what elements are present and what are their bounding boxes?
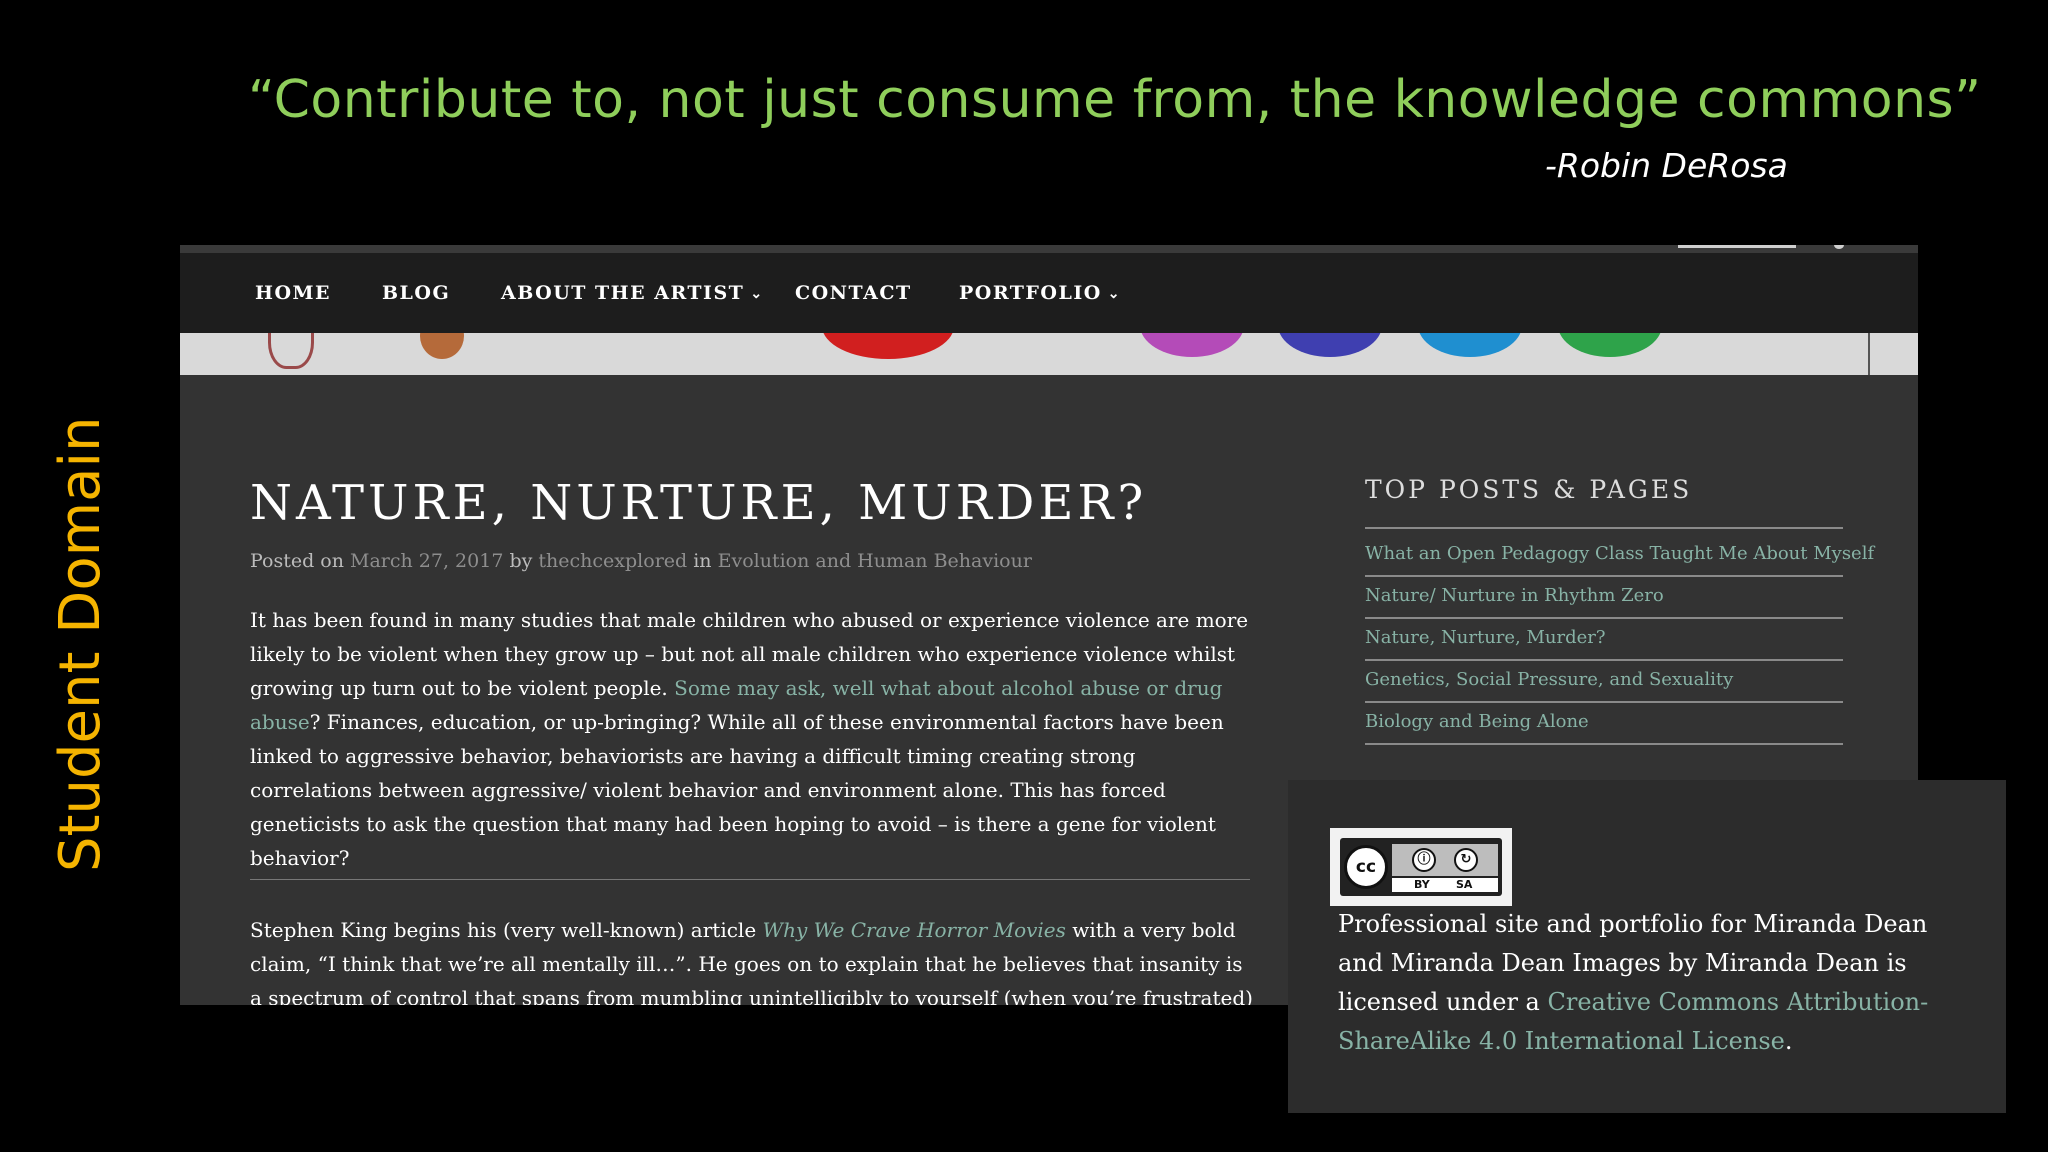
banner-divider [1868,333,1870,375]
license-box: cc ⓘ ↻ BY SA Professional site and portf… [1288,780,2006,1113]
post-meta: Posted on March 27, 2017 by thechcexplor… [250,550,1150,572]
banner-shape [1278,333,1382,357]
banner-shape [822,333,954,359]
meta-posted-on: Posted on [250,550,344,572]
search-icon[interactable] [1834,245,1844,249]
license-text: Professional site and portfolio for Mira… [1338,905,1978,1061]
search-field-edge [1678,245,1796,248]
nav-home-label: HOME [255,282,332,304]
nav-contact[interactable]: CONTACT [795,253,912,333]
nav-blog[interactable]: BLOG [382,253,450,333]
cc-icons-strip: ⓘ ↻ [1392,844,1498,876]
main-nav: HOME BLOG ABOUT THE ARTIST ⌄ CONTACT PORT… [180,253,1918,333]
banner-shape [1418,333,1522,357]
sidebar-widget-title: TOP POSTS & PAGES [1365,475,1693,504]
widget-title-rule [1365,527,1843,529]
section-divider [250,879,1250,880]
cc-by-sa-badge[interactable]: cc ⓘ ↻ BY SA [1330,828,1512,906]
cc-badge-inner: cc ⓘ ↻ BY SA [1340,838,1502,896]
slide-quote: “Contribute to, not just consume from, t… [248,70,1982,130]
top-post-link[interactable]: Nature/ Nurture in Rhythm Zero [1365,577,1843,619]
chevron-down-icon: ⌄ [750,286,764,302]
banner-shape [1558,333,1662,357]
para1-text-b: ? Finances, education, or up-bringing? W… [250,710,1224,870]
nav-about-label: ABOUT THE ARTIST [501,282,745,304]
chevron-down-icon: ⌄ [1107,286,1122,302]
banner-shape [420,333,464,359]
top-post-link[interactable]: Biology and Being Alone [1365,703,1843,745]
cc-by-label: BY [1414,878,1430,891]
attribution-person-icon: ⓘ [1412,848,1436,872]
top-post-link[interactable]: What an Open Pedagogy Class Taught Me Ab… [1365,535,1874,577]
post-title[interactable]: NATURE, NURTURE, MURDER? [250,475,1150,531]
nav-portfolio[interactable]: PORTFOLIO ⌄ [959,253,1121,333]
top-post-link[interactable]: Genetics, Social Pressure, and Sexuality [1365,661,1843,703]
banner-shape [268,333,314,369]
post-date-link[interactable]: March 27, 2017 [350,550,503,572]
nav-home[interactable]: HOME [255,253,331,333]
banner-shape [1140,333,1244,357]
cc-logo-icon: cc [1344,845,1388,889]
post-category-link[interactable]: Evolution and Human Behaviour [718,550,1032,572]
side-label: Student Domain [48,416,113,872]
nav-portfolio-label: PORTFOLIO [959,282,1102,304]
nav-about-the-artist[interactable]: ABOUT THE ARTIST ⌄ [501,253,764,333]
license-text-b: . [1784,1027,1793,1055]
site-top-strip [180,245,1918,253]
nav-contact-label: CONTACT [795,282,912,304]
nav-blog-label: BLOG [382,282,451,304]
post-paragraph-1: It has been found in many studies that m… [250,603,1255,875]
article-link[interactable]: Why We Crave Horror Movies [763,918,1066,942]
top-posts-list: What an Open Pedagogy Class Taught Me Ab… [1365,535,1874,745]
header-banner-image [180,333,1918,375]
cc-labels-strip: BY SA [1392,878,1498,892]
share-alike-icon: ↻ [1454,848,1478,872]
meta-in: in [693,550,712,572]
meta-by: by [509,550,533,572]
top-post-link[interactable]: Nature, Nurture, Murder? [1365,619,1843,661]
post-author-link[interactable]: thechcexplored [538,550,687,572]
quote-attribution: -Robin DeRosa [1545,146,1788,185]
para2-text-a: Stephen King begins his (very well-known… [250,918,763,942]
post-paragraph-2: Stephen King begins his (very well-known… [250,913,1255,1005]
cc-sa-label: SA [1456,878,1473,891]
